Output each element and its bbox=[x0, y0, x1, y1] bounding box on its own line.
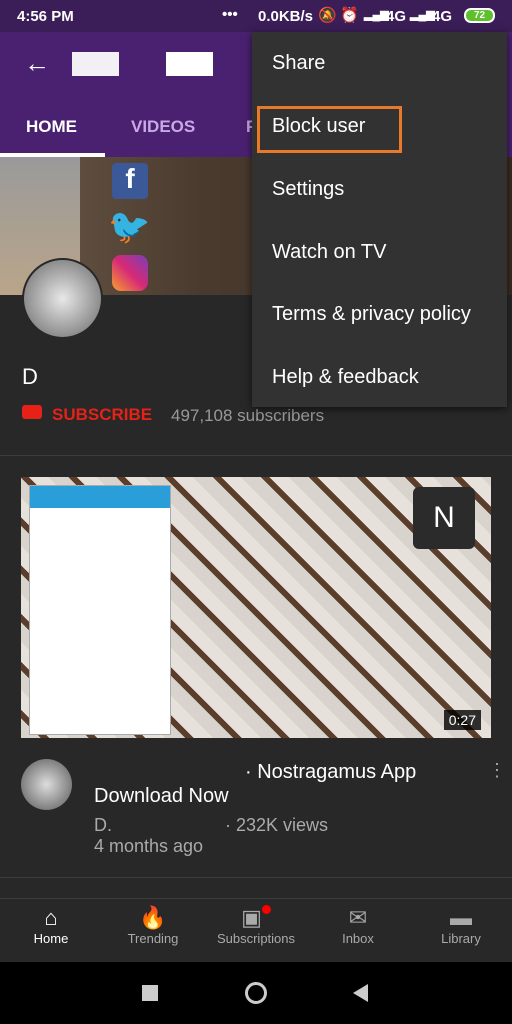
nostragamus-logo: N bbox=[413, 487, 475, 549]
nav-label: Subscriptions bbox=[216, 931, 296, 946]
subscriptions-icon: ▣ bbox=[206, 905, 306, 931]
overflow-menu: Share Block user Settings Watch on TV Te… bbox=[252, 32, 507, 407]
facebook-icon: f bbox=[112, 163, 148, 199]
status-bar: 4:56 PM ••• 0.0KB/s 🔕 ⏰ ▂▄▆ 4G ▂▄▆ 4G 72 bbox=[0, 0, 512, 32]
menu-item-block-user[interactable]: Block user bbox=[272, 115, 365, 138]
upload-age: 4 months ago bbox=[94, 836, 204, 856]
nav-home[interactable]: ⌂ Home bbox=[1, 905, 101, 946]
back-button[interactable] bbox=[353, 984, 368, 1002]
subscriber-count: 497,108 subscribers bbox=[171, 406, 325, 425]
network-speed: 0.0KB/s bbox=[258, 8, 314, 25]
nav-label: Trending bbox=[127, 931, 179, 946]
flame-icon: 🔥 bbox=[139, 905, 167, 930]
mute-icon: 🔕 bbox=[318, 7, 337, 24]
folder-icon: ▬ bbox=[450, 905, 472, 930]
alarm-icon: ⏰ bbox=[340, 7, 359, 24]
instagram-icon bbox=[112, 255, 148, 291]
home-icon: ⌂ bbox=[44, 905, 58, 930]
video-thumbnail[interactable]: N 0:27 bbox=[21, 477, 491, 738]
home-button[interactable] bbox=[245, 982, 267, 1004]
back-arrow-icon[interactable]: ← bbox=[24, 48, 50, 79]
more-notifications-icon: ••• bbox=[222, 6, 238, 23]
network-type-2: 4G bbox=[432, 8, 453, 25]
redacted-title bbox=[72, 52, 119, 76]
network-type-1: 4G bbox=[386, 8, 407, 25]
battery-icon: 72 bbox=[464, 8, 495, 23]
channel-avatar[interactable] bbox=[22, 258, 103, 339]
video-duration: 0:27 bbox=[443, 710, 481, 730]
notification-badge bbox=[261, 905, 271, 914]
subscribe-button[interactable]: SUBSCRIBE bbox=[52, 405, 152, 425]
video-title-line2[interactable]: Download Now bbox=[94, 785, 229, 808]
nav-subscriptions[interactable]: ▣ Subscriptions bbox=[206, 905, 306, 946]
youtube-icon bbox=[22, 405, 42, 419]
menu-item-share[interactable]: Share bbox=[272, 52, 325, 75]
tab-videos[interactable]: VIDEOS bbox=[131, 117, 195, 137]
nav-library[interactable]: ▬ Library bbox=[411, 905, 511, 946]
channel-name: D bbox=[22, 364, 38, 389]
recents-button[interactable] bbox=[142, 985, 158, 1001]
menu-item-terms[interactable]: Terms & privacy policy bbox=[272, 303, 471, 326]
uploader-avatar[interactable] bbox=[21, 759, 72, 810]
nav-label: Home bbox=[33, 931, 69, 946]
nav-label: Inbox bbox=[342, 931, 374, 946]
clock: 4:56 PM bbox=[17, 8, 74, 25]
signal-icon: ▂▄▆ bbox=[364, 9, 389, 21]
tab-home[interactable]: HOME bbox=[26, 117, 77, 137]
divider bbox=[0, 455, 512, 456]
video-title-line1[interactable]: · Nostragamus App bbox=[245, 761, 416, 784]
twitter-icon: 🐦 bbox=[108, 208, 151, 246]
mail-icon: ✉ bbox=[348, 905, 368, 930]
menu-item-settings[interactable]: Settings bbox=[272, 178, 344, 201]
nav-trending[interactable]: 🔥 Trending bbox=[103, 905, 203, 946]
more-options-icon[interactable]: ⋮ bbox=[488, 761, 506, 779]
menu-item-watch-on-tv[interactable]: Watch on TV bbox=[272, 241, 387, 264]
menu-item-help[interactable]: Help & feedback bbox=[272, 366, 419, 389]
nav-label: Library bbox=[441, 931, 481, 946]
app-screenshot bbox=[29, 485, 171, 735]
redacted-title bbox=[166, 52, 213, 76]
uploader-name: D. bbox=[94, 815, 112, 835]
divider bbox=[0, 877, 512, 878]
system-nav-bar bbox=[0, 962, 512, 1024]
view-count: · 232K views bbox=[225, 815, 329, 835]
nav-inbox[interactable]: ✉ Inbox bbox=[308, 905, 408, 946]
signal-icon: ▂▄▆ bbox=[410, 9, 435, 21]
